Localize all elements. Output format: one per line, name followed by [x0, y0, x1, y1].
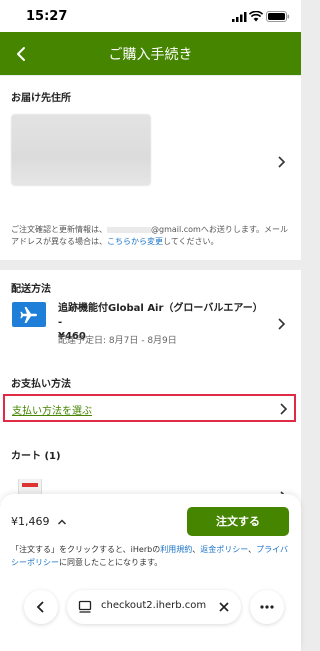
redacted-email-user — [107, 226, 151, 233]
chevron-right-icon[interactable] — [276, 317, 286, 331]
shipping-section[interactable]: 配送方法 追跡機能付Global Air（グローバルエアー） - ¥460 配達… — [0, 270, 301, 364]
email-note: ご注文確認と更新情報は、 @gmail.comへお送りします。メールアドレスが異な… — [11, 225, 289, 246]
chevron-left-icon — [36, 601, 44, 613]
wifi-icon — [249, 11, 263, 22]
order-total: ¥1,469 — [11, 515, 50, 528]
page-tab-icon — [78, 600, 92, 613]
delivery-date: 配達予定日: 8月7日 - 8月9日 — [58, 336, 177, 346]
status-bar: 15:27 — [0, 0, 301, 32]
browser-back-button[interactable] — [24, 590, 58, 624]
app-header: ご購入手続き — [0, 32, 301, 75]
checkout-footer: ¥1,469 注文する 「注文する」をクリックすると、iHerbの利用規約、返金… — [0, 494, 301, 651]
address-note-section: ご注文確認と更新情報は、 @gmail.comへお送りします。メールアドレスが異な… — [0, 216, 301, 260]
address-bar[interactable]: checkout2.iherb.com — [67, 590, 241, 624]
shipping-method-badge — [12, 302, 46, 327]
terms-of-use-link[interactable]: 利用規約 — [160, 545, 192, 554]
terms-notice: 「注文する」をクリックすると、iHerbの利用規約、返金ポリシー、プライバシーポ… — [11, 545, 288, 567]
refund-policy-link[interactable]: 返金ポリシー — [200, 545, 248, 554]
status-time: 15:27 — [26, 9, 68, 24]
page-title: ご購入手続き — [108, 47, 193, 63]
cellular-signal-icon — [232, 12, 247, 22]
airplane-icon — [20, 307, 37, 323]
shipping-title: 配送方法 — [11, 284, 51, 295]
browser-more-button[interactable] — [250, 590, 284, 624]
order-total-toggle[interactable]: ¥1,469 — [11, 515, 67, 528]
select-payment-link[interactable]: 支払い方法を選ぶ — [12, 402, 92, 417]
battery-icon — [266, 11, 290, 22]
place-order-button[interactable]: 注文する — [187, 507, 289, 536]
close-icon[interactable] — [218, 601, 230, 613]
blurred-address — [11, 114, 151, 186]
chevron-up-icon — [57, 519, 67, 525]
change-email-link[interactable]: こちらから変更 — [107, 237, 163, 246]
payment-title: お支払い方法 — [11, 379, 71, 390]
browser-toolbar: checkout2.iherb.com — [24, 590, 284, 626]
chevron-right-icon[interactable] — [278, 402, 288, 416]
address-title: お届け先住所 — [11, 93, 71, 104]
more-dots-icon — [260, 605, 274, 609]
url-text: checkout2.iherb.com — [101, 600, 207, 611]
chevron-right-icon[interactable] — [276, 155, 286, 169]
cart-title: カート (1) — [11, 451, 61, 462]
payment-section: お支払い方法 支払い方法を選ぶ — [0, 364, 301, 434]
select-payment-method-button[interactable]: 支払い方法を選ぶ — [3, 394, 296, 422]
